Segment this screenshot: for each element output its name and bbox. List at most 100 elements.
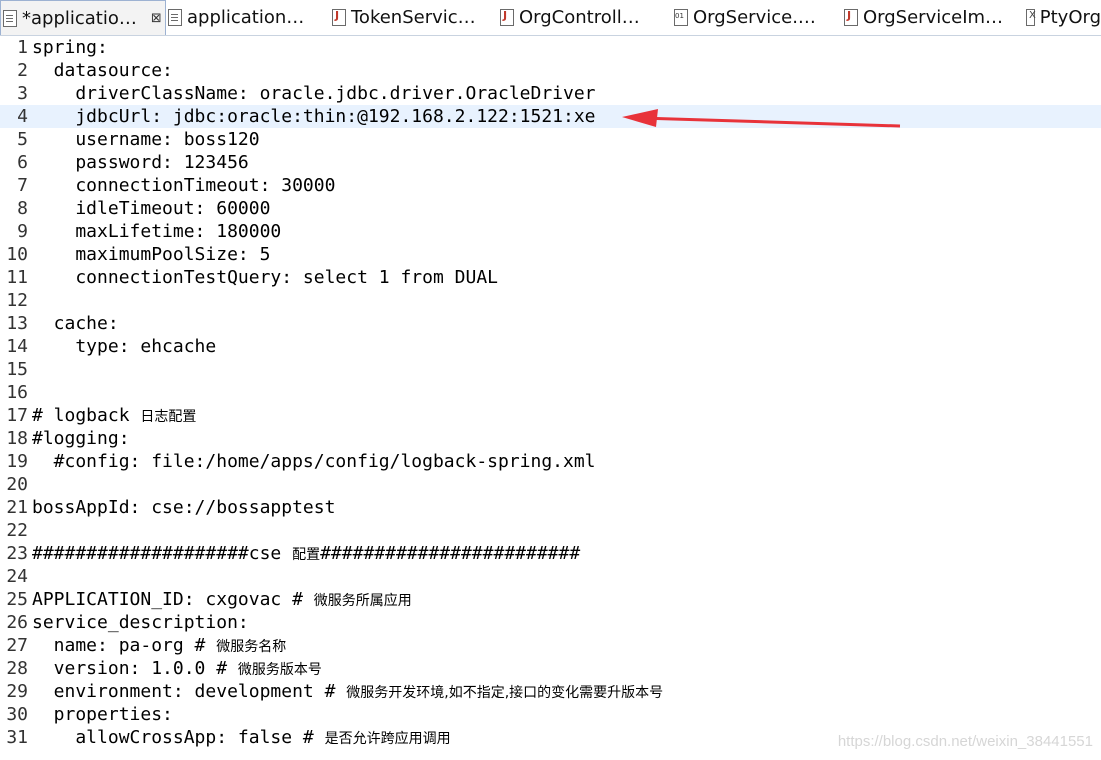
comment-text: 微服务所属应用 (313, 593, 412, 609)
tab-3[interactable]: TokenServic… (330, 0, 498, 35)
code-segment: name: pa-org # (32, 635, 217, 656)
file-icon (168, 9, 182, 26)
code-line[interactable]: 12 (0, 289, 1101, 312)
line-number: 4 (17, 106, 28, 127)
code-text: properties: (32, 703, 173, 726)
code-segment: datasource: (32, 60, 173, 81)
code-line[interactable]: 27 name: pa-org # 微服务名称 (0, 634, 1101, 657)
code-line[interactable]: 10 maximumPoolSize: 5 (0, 243, 1101, 266)
code-line[interactable]: 17 # logback 日志配置 (0, 404, 1101, 427)
tab-2[interactable]: application… (166, 0, 330, 35)
code-text: maxLifetime: 180000 (32, 220, 281, 243)
comment-text: 微服务名称 (216, 639, 287, 655)
code-segment: driverClassName: oracle.jdbc.driver.Orac… (32, 83, 596, 104)
code-segment: maximumPoolSize: 5 (32, 244, 271, 265)
code-segment: version: 1.0.0 # (32, 658, 238, 679)
code-text: maximumPoolSize: 5 (32, 243, 270, 266)
code-segment: connectionTestQuery: select 1 from DUAL (32, 267, 498, 288)
code-text: jdbcUrl: jdbc:oracle:thin:@192.168.2.122… (32, 105, 595, 128)
code-line[interactable]: 5 username: boss120 (0, 128, 1101, 151)
code-line[interactable]: 30 properties: (0, 703, 1101, 726)
code-segment: cache: (32, 313, 119, 334)
tab-label: TokenServic… (351, 7, 476, 28)
code-line[interactable]: 3 driverClassName: oracle.jdbc.driver.Or… (0, 82, 1101, 105)
tab-4[interactable]: OrgControll… (498, 0, 672, 35)
code-text: bossAppId: cse://bossapptest (32, 496, 335, 519)
tab-label: *applicatio… (22, 8, 137, 29)
code-segment: connectionTimeout: 30000 (32, 175, 336, 196)
line-number: 15 (6, 359, 28, 380)
code-line[interactable]: 2 datasource: (0, 59, 1101, 82)
code-line[interactable]: 28 version: 1.0.0 # 微服务版本号 (0, 657, 1101, 680)
code-line[interactable]: 21 bossAppId: cse://bossapptest (0, 496, 1101, 519)
code-line[interactable]: 4 jdbcUrl: jdbc:oracle:thin:@192.168.2.1… (0, 105, 1101, 128)
line-number: 23 (6, 543, 28, 564)
line-number: 16 (6, 382, 28, 403)
line-number: 20 (6, 474, 28, 495)
code-segment: #config: file:/home/apps/config/logback-… (32, 451, 596, 472)
code-line[interactable]: 14 type: ehcache (0, 335, 1101, 358)
line-number: 21 (6, 497, 28, 518)
code-line[interactable]: 29 environment: development # 微服务开发环境,如不… (0, 680, 1101, 703)
code-segment: maxLifetime: 180000 (32, 221, 282, 242)
code-line[interactable]: 18 #logging: (0, 427, 1101, 450)
code-segment: environment: development # (32, 681, 347, 702)
code-segment: ######################## (320, 543, 581, 564)
tab-1[interactable]: *applicatio… ⊠ (0, 0, 166, 35)
code-segment: idleTimeout: 60000 (32, 198, 271, 219)
code-text: username: boss120 (32, 128, 260, 151)
watermark: https://blog.csdn.net/weixin_38441551 (837, 733, 1093, 750)
code-line[interactable]: 26 service_description: (0, 611, 1101, 634)
line-number: 17 (6, 405, 28, 426)
tab-7[interactable]: PtyOrg (1024, 0, 1101, 35)
code-line[interactable]: 1 spring: (0, 36, 1101, 59)
comment-text: 日志配置 (140, 409, 197, 425)
code-line[interactable]: 15 (0, 358, 1101, 381)
java-file-icon (844, 9, 858, 26)
code-line[interactable]: 20 (0, 473, 1101, 496)
line-number: 25 (6, 589, 28, 610)
code-line[interactable]: 22 (0, 519, 1101, 542)
line-number: 6 (17, 152, 28, 173)
code-text: # logback 日志配置 (32, 404, 196, 429)
code-segment: service_description: (32, 612, 249, 633)
code-segment: ####################cse (32, 543, 293, 564)
code-line[interactable]: 6 password: 123456 (0, 151, 1101, 174)
code-line[interactable]: 24 (0, 565, 1101, 588)
line-number: 31 (6, 727, 28, 748)
code-text: spring: (32, 36, 108, 59)
close-tab-icon[interactable]: ⊠ (151, 11, 162, 26)
tab-6[interactable]: OrgServiceIm… (842, 0, 1024, 35)
tab-label: PtyOrg (1039, 7, 1101, 28)
code-line[interactable]: 25 APPLICATION_ID: cxgovac # 微服务所属应用 (0, 588, 1101, 611)
code-editor[interactable]: 1 spring: 2 datasource: 3 driverClassName: … (0, 36, 1101, 760)
line-number: 9 (17, 221, 28, 242)
code-line[interactable]: 7 connectionTimeout: 30000 (0, 174, 1101, 197)
code-text: #config: file:/home/apps/config/logback-… (32, 450, 596, 473)
code-segment: type: ehcache (32, 336, 217, 357)
code-text: ####################cse 配置##############… (32, 542, 580, 567)
code-segment: username: boss120 (32, 129, 260, 150)
code-line[interactable]: 9 maxLifetime: 180000 (0, 220, 1101, 243)
line-number: 28 (6, 658, 28, 679)
code-text: version: 1.0.0 # 微服务版本号 (32, 657, 322, 682)
code-line[interactable]: 11 connectionTestQuery: select 1 from DU… (0, 266, 1101, 289)
code-line[interactable]: 8 idleTimeout: 60000 (0, 197, 1101, 220)
line-number: 2 (17, 60, 28, 81)
line-number: 8 (17, 198, 28, 219)
xml-file-icon (1026, 9, 1036, 26)
code-line[interactable]: 16 (0, 381, 1101, 404)
line-number: 29 (6, 681, 28, 702)
code-text: APPLICATION_ID: cxgovac # 微服务所属应用 (32, 588, 412, 613)
line-number: 1 (17, 37, 28, 58)
yaml-file-icon (3, 10, 17, 27)
code-segment: #logging: (32, 428, 130, 449)
code-text: #logging: (32, 427, 130, 450)
code-line[interactable]: 23 ####################cse 配置############… (0, 542, 1101, 565)
code-text: name: pa-org # 微服务名称 (32, 634, 287, 659)
code-line[interactable]: 19 #config: file:/home/apps/config/logba… (0, 450, 1101, 473)
code-line[interactable]: 13 cache: (0, 312, 1101, 335)
tab-5[interactable]: OrgService.… (672, 0, 842, 35)
line-number: 10 (6, 244, 28, 265)
tab-label: OrgControll… (519, 7, 640, 28)
